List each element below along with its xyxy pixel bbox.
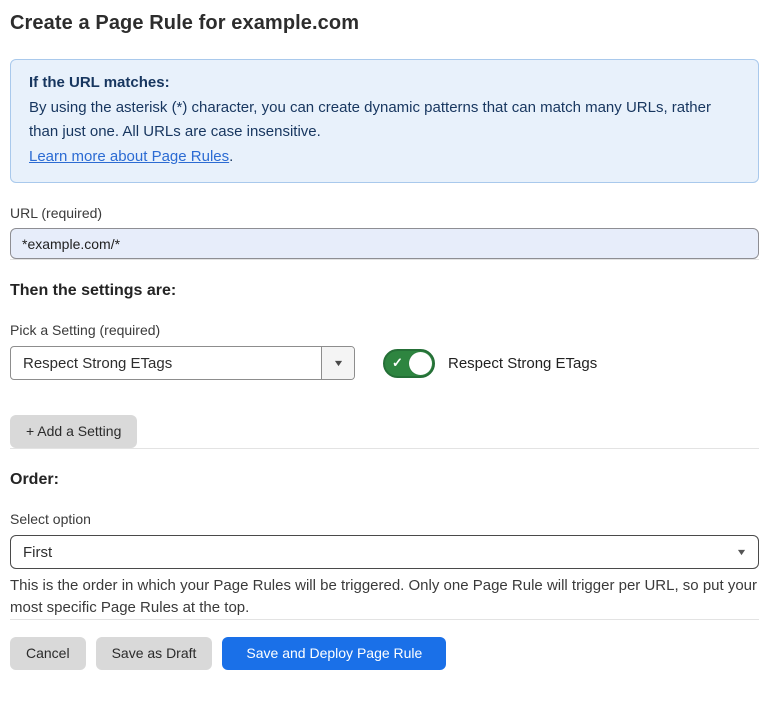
setting-select[interactable]: Respect Strong ETags ▼ bbox=[10, 346, 355, 380]
url-label: URL (required) bbox=[10, 205, 759, 221]
order-select[interactable]: First ▼ bbox=[10, 535, 759, 569]
pick-setting-label: Pick a Setting (required) bbox=[10, 322, 759, 338]
order-help-text: This is the order in which your Page Rul… bbox=[10, 575, 759, 619]
check-icon: ✓ bbox=[392, 356, 403, 369]
url-match-info-box: If the URL matches: By using the asteris… bbox=[10, 59, 759, 183]
etags-toggle-label: Respect Strong ETags bbox=[448, 355, 597, 372]
learn-more-link[interactable]: Learn more about Page Rules bbox=[29, 148, 229, 165]
save-draft-button[interactable]: Save as Draft bbox=[96, 637, 213, 670]
setting-select-value: Respect Strong ETags bbox=[11, 355, 321, 372]
select-option-label: Select option bbox=[10, 511, 759, 527]
save-deploy-button[interactable]: Save and Deploy Page Rule bbox=[222, 637, 446, 670]
etags-toggle[interactable]: ✓ bbox=[383, 349, 435, 378]
chevron-down-icon: ▼ bbox=[735, 548, 747, 557]
cancel-button[interactable]: Cancel bbox=[10, 637, 86, 670]
divider bbox=[10, 448, 759, 449]
order-select-value: First bbox=[11, 544, 724, 561]
link-period: . bbox=[229, 148, 233, 165]
order-select-arrow: ▼ bbox=[724, 536, 758, 568]
action-bar: Cancel Save as Draft Save and Deploy Pag… bbox=[10, 637, 759, 670]
toggle-knob bbox=[409, 352, 432, 375]
info-box-body: By using the asterisk (*) character, you… bbox=[29, 96, 740, 145]
info-box-link-line: Learn more about Page Rules. bbox=[29, 145, 740, 170]
setting-select-arrow-button[interactable]: ▼ bbox=[321, 347, 354, 379]
add-setting-button[interactable]: + Add a Setting bbox=[10, 415, 137, 448]
info-box-title: If the URL matches: bbox=[29, 71, 740, 96]
setting-row: Respect Strong ETags ▼ ✓ Respect Strong … bbox=[10, 346, 759, 380]
page-title: Create a Page Rule for example.com bbox=[10, 10, 759, 36]
divider bbox=[10, 619, 759, 620]
chevron-down-icon: ▼ bbox=[332, 359, 344, 368]
divider bbox=[10, 259, 759, 260]
url-input[interactable] bbox=[10, 228, 759, 259]
order-heading: Order: bbox=[10, 470, 759, 489]
settings-heading: Then the settings are: bbox=[10, 281, 759, 300]
